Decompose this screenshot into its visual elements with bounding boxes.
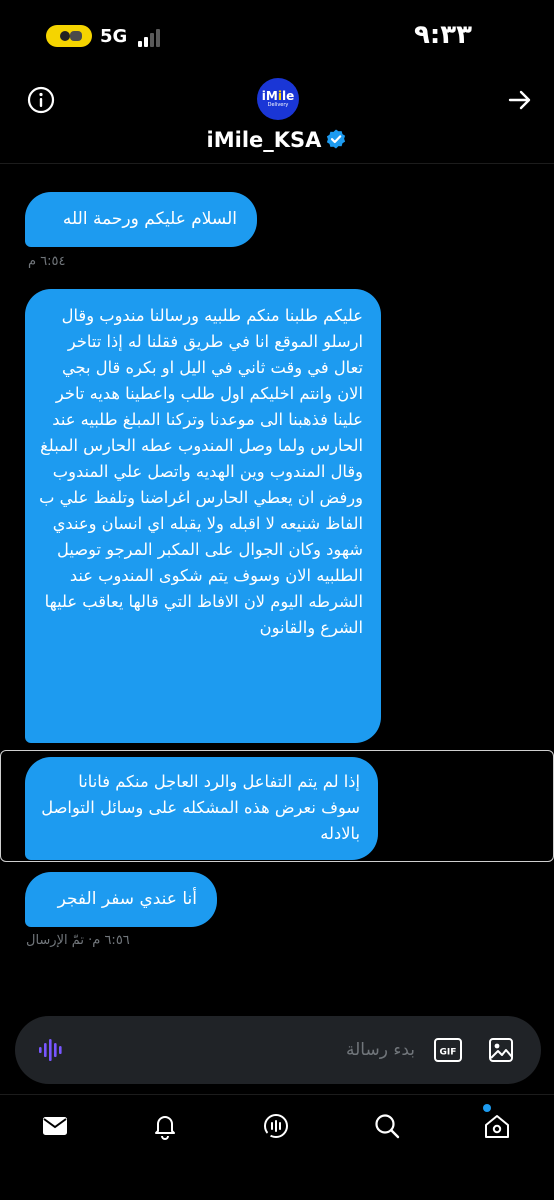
account-name[interactable]: iMile_KSA — [0, 128, 554, 152]
forward-arrow-icon[interactable] — [506, 86, 534, 114]
voice-message-icon[interactable] — [37, 1036, 65, 1064]
image-icon[interactable] — [487, 1036, 515, 1064]
search-icon[interactable] — [372, 1111, 402, 1141]
message-bubble-selected[interactable]: إذا لم يتم التفاعل والرد العاجل منكم فان… — [25, 757, 378, 860]
brand-logo-sub: Delivery — [267, 102, 289, 108]
signal-icon — [138, 29, 162, 47]
info-icon[interactable] — [26, 85, 56, 115]
unread-dot — [483, 1104, 491, 1112]
message-input[interactable] — [85, 1032, 415, 1068]
account-name-text: iMile_KSA — [206, 128, 322, 152]
spaces-icon[interactable] — [261, 1111, 291, 1141]
status-time: ٩:٣٣ — [413, 20, 472, 50]
status-bar: 5G ٩:٣٣ — [0, 0, 554, 72]
messages-icon[interactable] — [40, 1111, 70, 1141]
notifications-icon[interactable] — [150, 1111, 180, 1141]
message-bubble[interactable]: عليكم طلبنا منكم طلبيه ورسالنا مندوب وقا… — [25, 289, 381, 743]
brand-logo: iMile — [261, 89, 295, 103]
message-timestamp: ٦:٥٤ م — [28, 254, 66, 269]
avatar[interactable]: iMile Delivery — [257, 78, 299, 120]
bottom-nav — [0, 1094, 554, 1200]
conversation-header: iMile Delivery iMile_KSA — [0, 72, 554, 164]
gif-icon[interactable]: GIF — [433, 1037, 463, 1063]
message-status: ٦:٥٦ م· تمّ الإرسال — [26, 933, 130, 948]
home-icon[interactable] — [482, 1111, 512, 1141]
message-composer: GIF — [15, 1016, 541, 1084]
battery-saver-indicator — [46, 25, 92, 47]
svg-text:GIF: GIF — [440, 1048, 457, 1058]
network-type: 5G — [100, 26, 128, 47]
message-bubble[interactable]: أنا عندي سفر الفجر — [25, 872, 217, 927]
message-bubble[interactable]: السلام عليكم ورحمة الله — [25, 192, 257, 247]
verified-badge-icon — [327, 129, 346, 149]
